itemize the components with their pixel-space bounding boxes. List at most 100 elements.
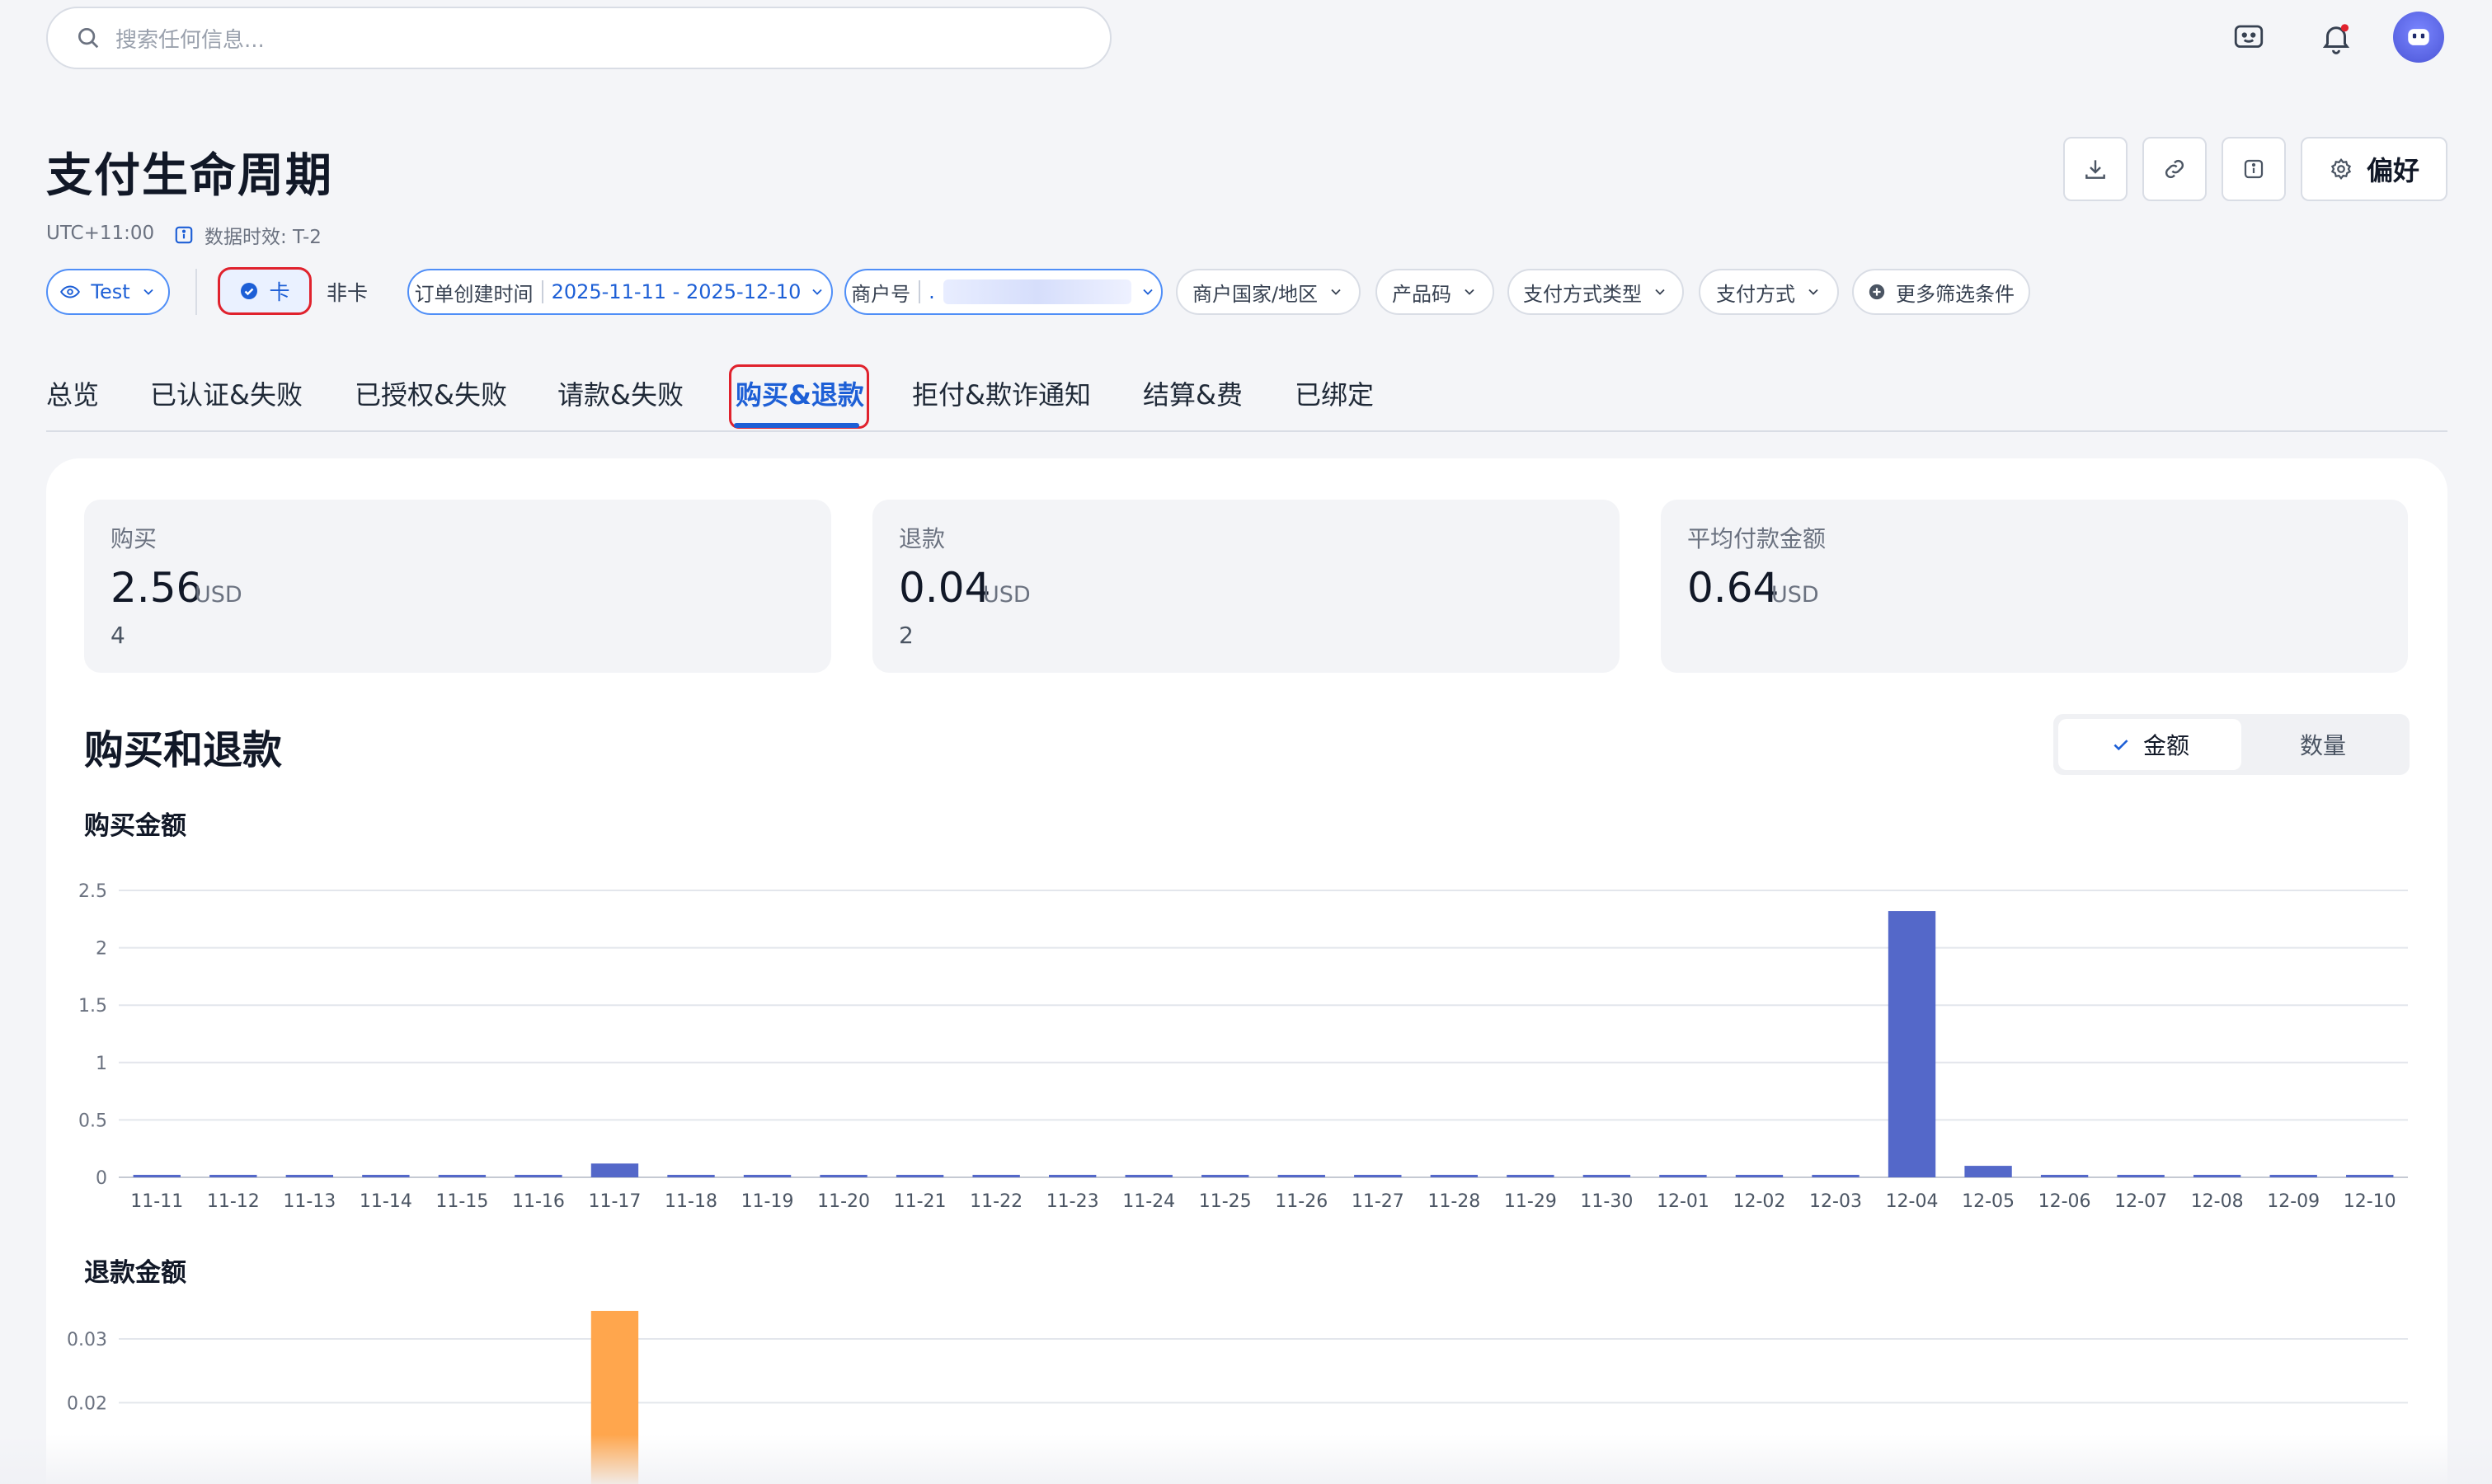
y-tick-label: 1.5 bbox=[78, 996, 107, 1017]
y-tick-label: 2.5 bbox=[78, 881, 107, 902]
tab-overview[interactable]: 总览 bbox=[46, 374, 99, 412]
x-tick-label: 11-23 bbox=[1046, 1191, 1099, 1212]
divider bbox=[195, 269, 197, 315]
info-icon bbox=[175, 226, 193, 244]
bar-12-06 bbox=[2040, 1175, 2089, 1177]
y-tick-label: 0.02 bbox=[67, 1393, 107, 1414]
bar-12-08 bbox=[2193, 1175, 2241, 1177]
non-card-toggle[interactable]: 非卡 bbox=[327, 277, 368, 307]
bar-11-20 bbox=[820, 1175, 867, 1177]
preferences-label: 偏好 bbox=[2366, 155, 2419, 186]
section-title: 购买和退款 bbox=[84, 727, 283, 773]
check-icon bbox=[2113, 740, 2128, 751]
chevron-down-icon bbox=[1331, 289, 1341, 295]
x-tick-label: 11-12 bbox=[207, 1191, 260, 1212]
bar-11-25 bbox=[1201, 1175, 1249, 1177]
x-tick-label: 12-02 bbox=[1733, 1191, 1785, 1212]
tab-settlement[interactable]: 结算&费 bbox=[1143, 374, 1243, 412]
chevron-down-icon bbox=[1808, 289, 1818, 295]
refund-chart-title: 退款金额 bbox=[84, 1258, 186, 1288]
y-tick-label: 0 bbox=[96, 1168, 107, 1189]
more-filters-button[interactable]: 更多筛选条件 bbox=[1852, 269, 2030, 315]
kpi-purchase-card: 购买 2.56 USD 4 bbox=[84, 500, 831, 673]
x-tick-label: 11-11 bbox=[130, 1191, 183, 1212]
x-tick-label: 11-21 bbox=[894, 1191, 947, 1212]
x-tick-label: 11-17 bbox=[588, 1191, 641, 1212]
bar-11-15 bbox=[438, 1175, 487, 1177]
bar-11-13 bbox=[285, 1175, 334, 1177]
amount-toggle-option[interactable]: 金额 bbox=[2058, 719, 2241, 770]
x-tick-label: 11-27 bbox=[1352, 1191, 1404, 1212]
x-tick-label: 12-08 bbox=[2191, 1191, 2244, 1212]
bar-11-22 bbox=[972, 1175, 1020, 1177]
date-range-filter[interactable]: 订单创建时间 2025-11-11 - 2025-12-10 bbox=[407, 269, 833, 315]
tab-chargeback[interactable]: 拒付&欺诈通知 bbox=[912, 374, 1091, 412]
merchant-id-filter[interactable]: 商户号 . bbox=[844, 269, 1163, 315]
bar-12-03 bbox=[1812, 1175, 1860, 1177]
x-tick-label: 11-26 bbox=[1275, 1191, 1328, 1212]
x-tick-label: 11-30 bbox=[1580, 1191, 1633, 1212]
x-tick-label: 12-01 bbox=[1657, 1191, 1709, 1212]
kpi-value: 0.04 bbox=[899, 564, 991, 612]
x-tick-label: 11-14 bbox=[360, 1191, 412, 1212]
tab-bound[interactable]: 已绑定 bbox=[1295, 374, 1374, 412]
bar-12-04 bbox=[1888, 911, 1936, 1177]
kpi-refund-card: 退款 0.04 USD 2 bbox=[872, 500, 1620, 673]
x-tick-label: 11-18 bbox=[665, 1191, 717, 1212]
preferences-button[interactable]: 偏好 bbox=[2301, 137, 2447, 201]
page-title: 支付生命周期 bbox=[46, 149, 333, 203]
bottom-fade bbox=[0, 1435, 2492, 1484]
plus-circle-icon bbox=[1869, 284, 1885, 300]
x-tick-label: 11-25 bbox=[1199, 1191, 1252, 1212]
bar-11-28 bbox=[1430, 1175, 1479, 1177]
gear-icon bbox=[2330, 157, 2352, 181]
kpi-value: 0.64 bbox=[1687, 564, 1780, 612]
y-tick-label: 2 bbox=[96, 939, 107, 960]
search-bar[interactable]: 搜索任何信息... bbox=[46, 7, 1112, 69]
search-input[interactable]: 搜索任何信息... bbox=[115, 23, 265, 54]
bar-12-07 bbox=[2117, 1175, 2165, 1177]
x-tick-label: 12-09 bbox=[2267, 1191, 2320, 1212]
download-button[interactable] bbox=[2063, 137, 2128, 201]
divider bbox=[541, 280, 543, 303]
bar-11-27 bbox=[1354, 1175, 1402, 1177]
assistant-chat-icon[interactable] bbox=[2229, 18, 2269, 58]
payment-method-type-filter[interactable]: 支付方式类型 bbox=[1507, 269, 1684, 315]
kpi-value: 2.56 bbox=[110, 564, 203, 612]
info-icon bbox=[2244, 159, 2264, 179]
product-code-filter[interactable]: 产品码 bbox=[1375, 269, 1494, 315]
bar-12-01 bbox=[1659, 1175, 1707, 1177]
merchant-country-filter[interactable]: 商户国家/地区 bbox=[1176, 269, 1361, 315]
payment-method-filter[interactable]: 支付方式 bbox=[1699, 269, 1839, 315]
purchase-chart-title: 购买金额 bbox=[84, 811, 186, 841]
tab-purchase-refund[interactable]: 购买&退款 bbox=[736, 374, 864, 412]
x-tick-label: 11-28 bbox=[1427, 1191, 1480, 1212]
notification-bell-icon[interactable] bbox=[2316, 18, 2356, 58]
bar-11-12 bbox=[209, 1175, 257, 1177]
copy-link-button[interactable] bbox=[2142, 137, 2207, 201]
count-toggle-option[interactable]: 数量 bbox=[2241, 719, 2405, 770]
check-circle-icon bbox=[241, 283, 258, 299]
tab-authenticated[interactable]: 已认证&失败 bbox=[150, 374, 303, 412]
metric-toggle: 金额 数量 bbox=[2053, 714, 2410, 775]
bar-12-10 bbox=[2346, 1175, 2394, 1177]
avatar[interactable] bbox=[2393, 12, 2444, 63]
x-tick-label: 12-03 bbox=[1809, 1191, 1862, 1212]
timezone-label: UTC+11:00 bbox=[46, 223, 155, 244]
environment-select[interactable]: Test bbox=[46, 269, 170, 315]
card-toggle-selected[interactable]: 卡 bbox=[218, 267, 312, 315]
bar-11-26 bbox=[1277, 1175, 1325, 1177]
bar-11-29 bbox=[1507, 1175, 1554, 1177]
chevron-down-icon bbox=[143, 289, 153, 295]
kpi-avg-payment-card: 平均付款金额 0.64 USD bbox=[1661, 500, 2408, 673]
info-button[interactable] bbox=[2222, 137, 2286, 201]
tabs-divider bbox=[46, 430, 2447, 432]
purchase-amount-chart: 0 0.5 1 1.5 2 2.5 11-11 11-12 11-13 11-14 11-15 11-… bbox=[78, 881, 2408, 1212]
tab-capture[interactable]: 请款&失败 bbox=[557, 374, 684, 412]
bar-11-19 bbox=[743, 1175, 792, 1177]
x-tick-label: 11-19 bbox=[741, 1191, 794, 1212]
link-icon bbox=[2165, 159, 2184, 179]
tab-authorized[interactable]: 已授权&失败 bbox=[355, 374, 507, 412]
y-tick-label: 0.5 bbox=[78, 1111, 107, 1131]
bar-12-02 bbox=[1735, 1175, 1784, 1177]
